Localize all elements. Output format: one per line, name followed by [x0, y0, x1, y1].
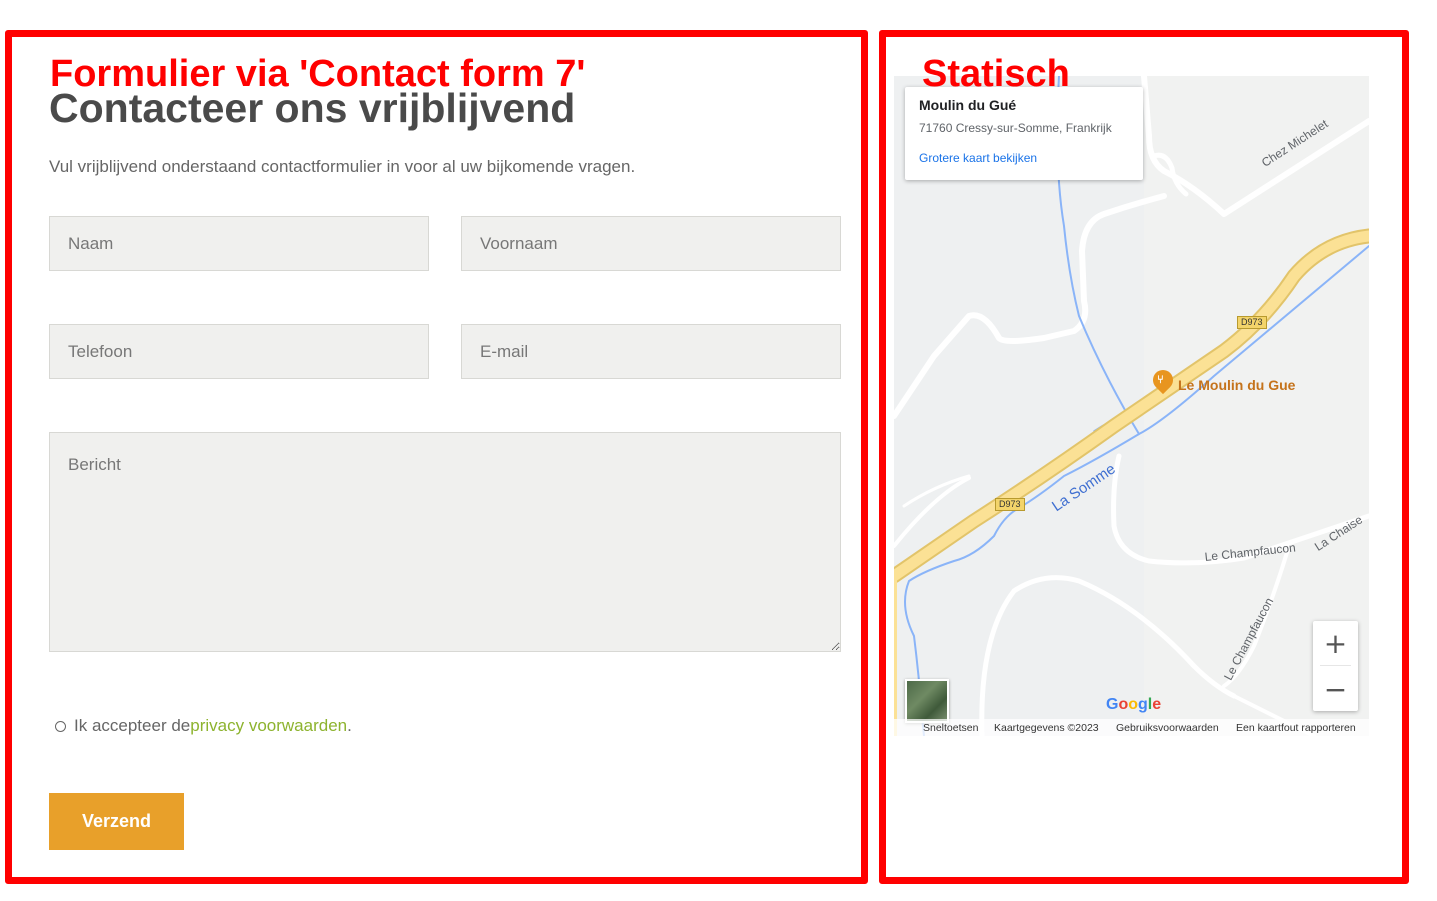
road-shield-d973-lower: D973 [995, 498, 1025, 511]
naam-input[interactable] [49, 216, 429, 271]
road-shield-d973: D973 [1237, 316, 1267, 329]
place-address: 71760 Cressy-sur-Somme, Frankrijk [919, 121, 1112, 135]
larger-map-link[interactable]: Grotere kaart bekijken [919, 151, 1037, 165]
satellite-thumbnail-icon[interactable] [905, 679, 949, 723]
map-poi-label[interactable]: Le Moulin du Gue [1178, 377, 1295, 393]
keyboard-shortcuts-link[interactable]: Sneltoetsen [923, 722, 978, 734]
zoom-in-button[interactable]: + [1313, 621, 1358, 665]
annotation-map-label: Statisch [922, 53, 1070, 95]
zoom-divider [1320, 665, 1351, 666]
place-info-card: Moulin du Gué 71760 Cressy-sur-Somme, Fr… [905, 87, 1143, 180]
zoom-out-button[interactable]: − [1313, 667, 1358, 711]
google-logo: Google [1106, 696, 1162, 713]
report-error-link[interactable]: Een kaartfout rapporteren [1236, 722, 1356, 734]
telefoon-input[interactable] [49, 324, 429, 379]
place-title: Moulin du Gué [919, 97, 1017, 113]
map-footer: Sneltoetsen Kaartgegevens ©2023 Gebruiks… [894, 719, 1369, 736]
bericht-textarea[interactable] [49, 432, 841, 652]
privacy-link[interactable]: privacy voorwaarden [190, 716, 347, 736]
voornaam-input[interactable] [461, 216, 841, 271]
zoom-control: + − [1313, 621, 1358, 711]
consent-text-suffix: . [347, 716, 352, 735]
consent-text-prefix: Ik accepteer de [74, 716, 191, 735]
email-input[interactable] [461, 324, 841, 379]
google-map[interactable]: Moulin du Gué 71760 Cressy-sur-Somme, Fr… [894, 76, 1369, 736]
terms-link[interactable]: Gebruiksvoorwaarden [1116, 722, 1219, 734]
submit-button[interactable]: Verzend [49, 793, 184, 850]
consent-radio[interactable] [55, 720, 66, 732]
form-intro: Vul vrijblijvend onderstaand contactform… [49, 157, 636, 176]
privacy-consent[interactable]: Ik accepteer de privacy voorwaarden. [55, 716, 352, 736]
map-data-credit: Kaartgegevens ©2023 [994, 721, 1099, 734]
annotation-form-label: Formulier via 'Contact form 7' [50, 53, 586, 95]
